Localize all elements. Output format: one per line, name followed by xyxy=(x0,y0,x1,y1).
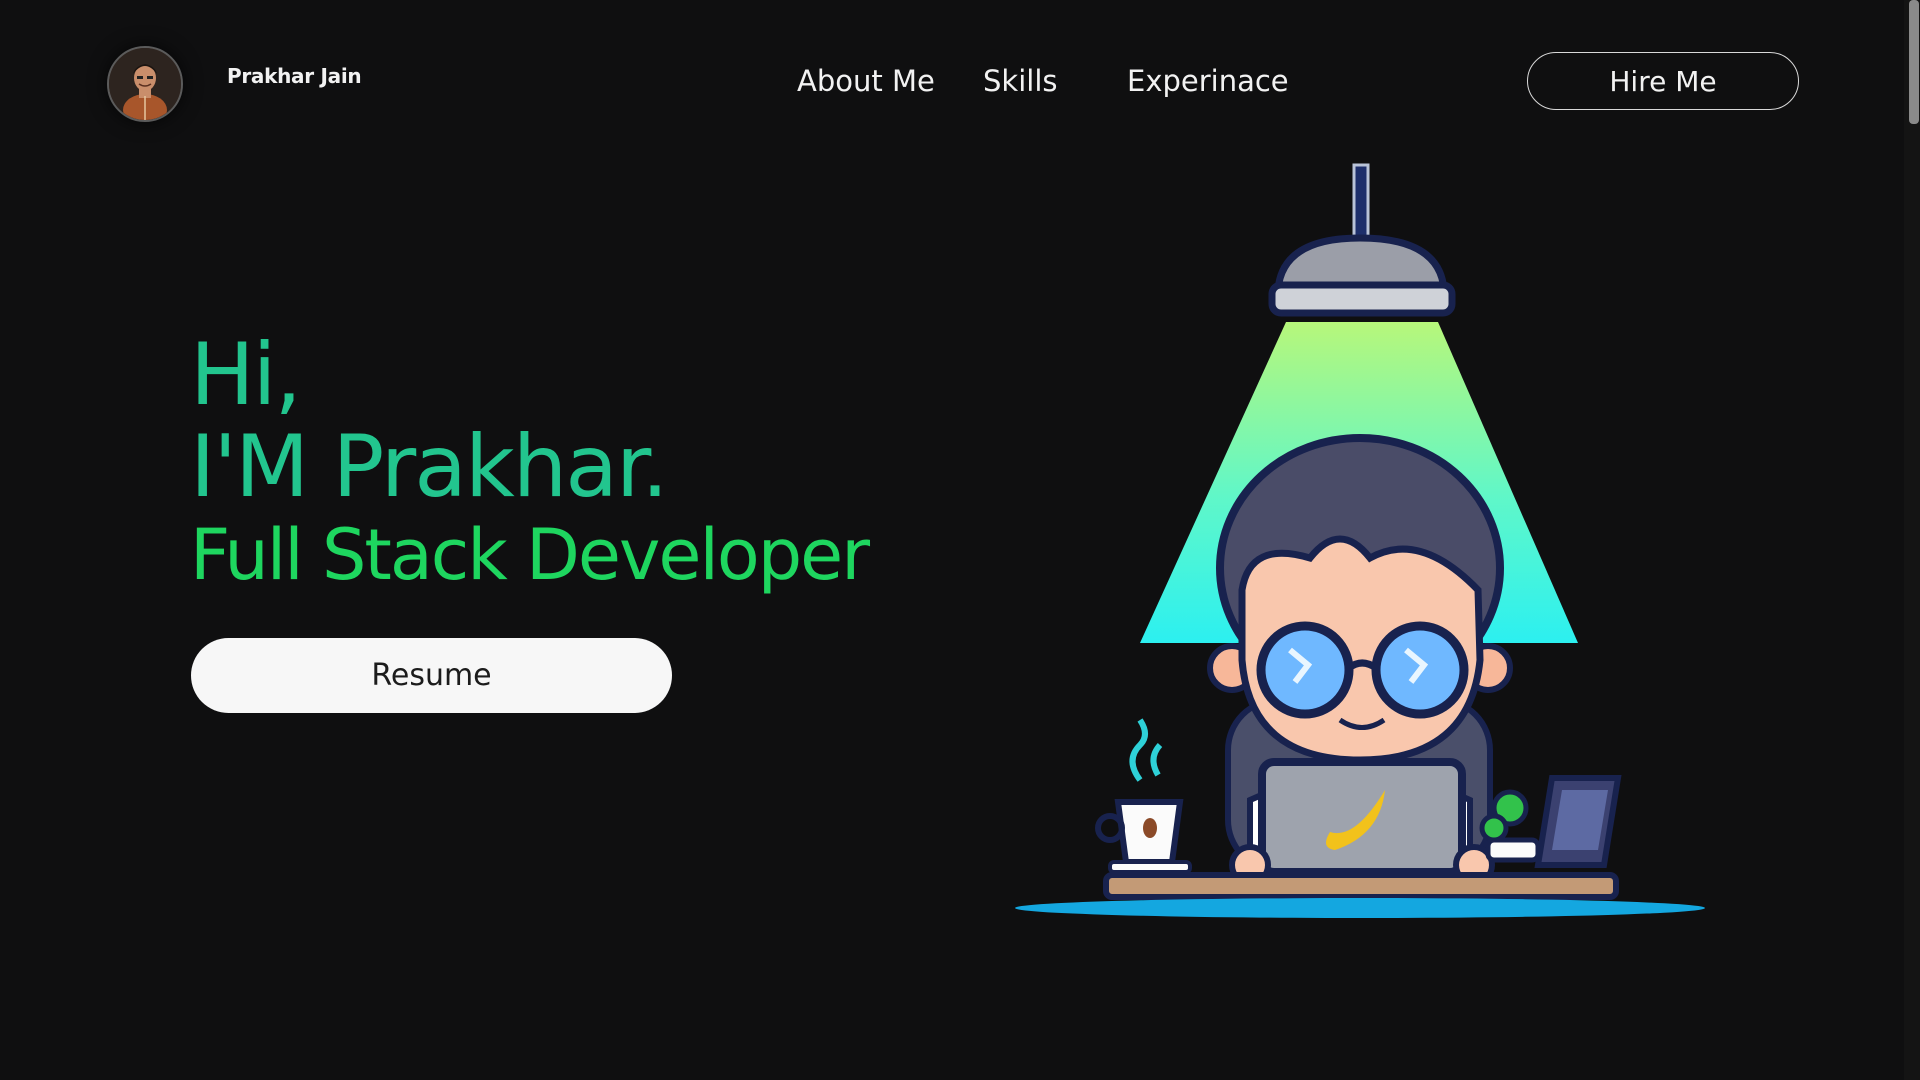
nav-about-me[interactable]: About Me xyxy=(797,64,935,98)
scrollbar-track[interactable] xyxy=(1904,0,1920,1080)
profile-photo-icon xyxy=(109,48,181,120)
top-navbar: Prakhar Jain About Me Skills Experinace … xyxy=(0,0,1920,160)
hire-me-button[interactable]: Hire Me xyxy=(1527,52,1799,110)
nav-skills[interactable]: Skills xyxy=(983,64,1057,98)
hero-role: Full Stack Developer xyxy=(190,514,870,596)
scrollbar-thumb[interactable] xyxy=(1909,0,1919,124)
profile-avatar[interactable] xyxy=(107,46,183,122)
hero-greeting: Hi, xyxy=(190,325,302,425)
brand-name: Prakhar Jain xyxy=(227,64,362,88)
hero-name: I'M Prakhar. xyxy=(190,417,669,517)
resume-button[interactable]: Resume xyxy=(191,638,672,713)
nav-experience[interactable]: Experinace xyxy=(1127,64,1289,98)
developer-illustration-icon xyxy=(1015,163,1705,918)
